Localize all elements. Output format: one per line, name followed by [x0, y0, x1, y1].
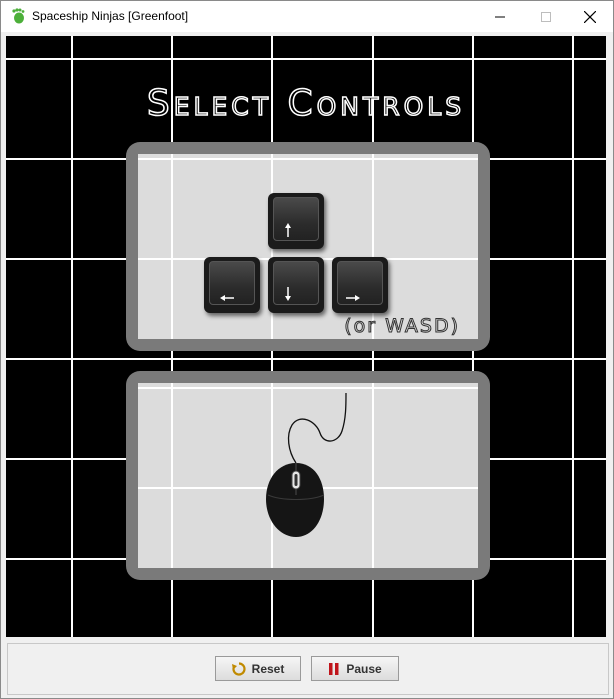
pause-label: Pause [346, 661, 382, 676]
reset-icon [231, 661, 246, 676]
greenfoot-foot-icon [12, 8, 25, 24]
up-arrow-icon [285, 223, 291, 237]
down-arrow-icon [285, 287, 291, 301]
left-arrow-icon [220, 295, 234, 301]
mouse-panel-surface [138, 383, 478, 568]
mouse-controls-option[interactable] [126, 371, 490, 580]
left-arrow-key [204, 257, 260, 313]
keyboard-controls-option[interactable]: (or WASD) [126, 142, 490, 351]
pause-button[interactable]: Pause [311, 656, 399, 681]
close-icon [584, 10, 596, 23]
close-button[interactable] [567, 1, 613, 32]
pause-icon [329, 662, 339, 675]
keyboard-panel-surface: (or WASD) [138, 154, 478, 339]
right-arrow-key [332, 257, 388, 313]
minimize-button[interactable] [477, 1, 523, 32]
greenfoot-window: Spaceship Ninjas [Greenfoot] Select Cont… [0, 0, 614, 699]
execution-controls-bar: Reset Pause [7, 643, 609, 695]
window-title: Spaceship Ninjas [Greenfoot] [32, 9, 189, 23]
down-arrow-key [268, 257, 324, 313]
up-arrow-key [268, 193, 324, 249]
right-arrow-icon [346, 295, 360, 301]
maximize-button[interactable] [523, 1, 569, 32]
maximize-icon [541, 11, 551, 22]
select-controls-heading: Select Controls [146, 82, 466, 125]
world-canvas[interactable]: Select Controls (or WASD) [6, 36, 606, 637]
title-bar: Spaceship Ninjas [Greenfoot] [1, 1, 613, 32]
minimize-icon [495, 16, 505, 17]
reset-button[interactable]: Reset [215, 656, 301, 681]
mouse-icon [266, 392, 347, 537]
wasd-alternative-label: (or WASD) [344, 315, 460, 338]
reset-label: Reset [251, 661, 285, 676]
